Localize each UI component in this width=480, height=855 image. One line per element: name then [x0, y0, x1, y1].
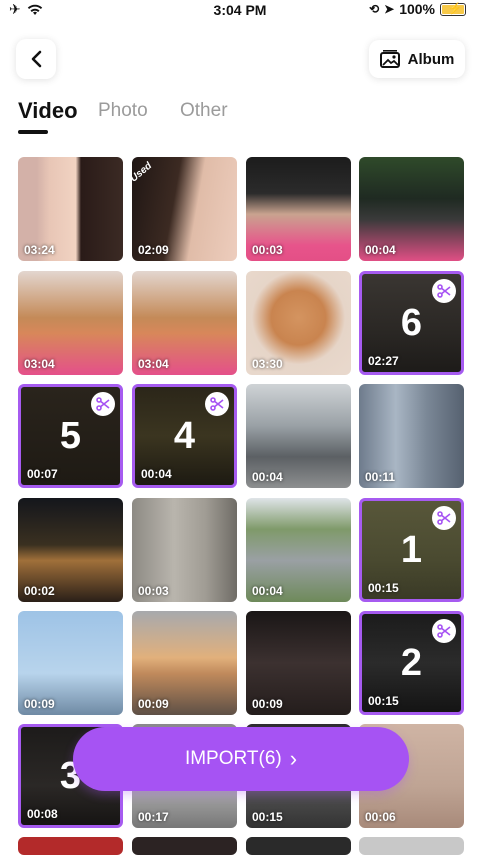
video-thumbnail[interactable]	[132, 837, 237, 855]
selection-order: 5	[59, 415, 82, 457]
tab-underline	[18, 130, 48, 134]
video-thumbnail[interactable]: Used 02:09	[132, 157, 237, 261]
video-thumbnail[interactable]: 03:30	[246, 271, 351, 375]
selection-order: 2	[400, 642, 423, 684]
scissors-icon[interactable]	[432, 619, 456, 643]
selected-video-thumbnail[interactable]: 5 00:07	[18, 384, 123, 488]
duration-label: 02:27	[368, 354, 399, 368]
video-thumbnail[interactable]: 00:03	[132, 498, 237, 602]
tab-other[interactable]: Other	[180, 100, 228, 122]
video-thumbnail[interactable]: 00:02	[18, 498, 123, 602]
video-thumbnail[interactable]: 00:09	[246, 611, 351, 715]
video-thumbnail[interactable]: 03:04	[132, 271, 237, 375]
album-label: Album	[407, 50, 455, 68]
scissors-icon[interactable]	[91, 392, 115, 416]
video-thumbnail[interactable]	[359, 837, 464, 855]
album-button[interactable]: Album	[369, 40, 465, 78]
location-icon: ➤	[384, 2, 395, 16]
scissors-icon[interactable]	[432, 506, 456, 530]
duration-label: 00:09	[252, 697, 283, 711]
duration-label: 00:15	[252, 810, 283, 824]
duration-label: 02:09	[138, 243, 169, 257]
video-thumbnail[interactable]: 00:11	[359, 384, 464, 488]
status-bar: ✈ 3:04 PM ⟲ ➤ 100% ⚡	[0, 0, 480, 22]
duration-label: 00:08	[27, 807, 58, 821]
video-thumbnail[interactable]: 00:09	[132, 611, 237, 715]
selection-order: 6	[400, 302, 423, 344]
duration-label: 00:04	[141, 467, 172, 481]
duration-label: 00:17	[138, 810, 169, 824]
back-button[interactable]	[16, 39, 56, 79]
video-thumbnail[interactable]	[18, 837, 123, 855]
duration-label: 00:04	[252, 584, 283, 598]
battery-icon: ⚡	[440, 2, 466, 16]
video-thumbnail[interactable]: 00:04	[246, 384, 351, 488]
scissors-icon[interactable]	[205, 392, 229, 416]
battery-percent: 100%	[399, 1, 435, 17]
selection-order: 4	[173, 415, 196, 457]
duration-label: 00:09	[24, 697, 55, 711]
selected-video-thumbnail[interactable]: 6 02:27	[359, 271, 464, 375]
duration-label: 03:04	[24, 357, 55, 371]
used-badge: Used	[132, 160, 155, 185]
duration-label: 00:02	[24, 584, 55, 598]
video-thumbnail[interactable]: 00:09	[18, 611, 123, 715]
video-thumbnail[interactable]: 00:04	[246, 498, 351, 602]
duration-label: 03:24	[24, 243, 55, 257]
video-thumbnail[interactable]: 03:04	[18, 271, 123, 375]
duration-label: 00:03	[252, 243, 283, 257]
selected-video-thumbnail[interactable]: 2 00:15	[359, 611, 464, 715]
selected-video-thumbnail[interactable]: 4 00:04	[132, 384, 237, 488]
duration-label: 00:07	[27, 467, 58, 481]
duration-label: 00:15	[368, 581, 399, 595]
chevron-right-icon: ›	[289, 746, 298, 771]
duration-label: 00:03	[138, 584, 169, 598]
selection-order: 1	[400, 529, 423, 571]
video-thumbnail[interactable]: 00:04	[359, 157, 464, 261]
tab-photo[interactable]: Photo	[98, 100, 148, 122]
duration-label: 00:06	[365, 810, 396, 824]
duration-label: 03:04	[138, 357, 169, 371]
duration-label: 03:30	[252, 357, 283, 371]
import-button[interactable]: IMPORT(6) ›	[73, 727, 409, 791]
duration-label: 00:09	[138, 697, 169, 711]
duration-label: 00:11	[365, 470, 396, 484]
video-thumbnail[interactable]: 00:03	[246, 157, 351, 261]
scissors-icon[interactable]	[432, 279, 456, 303]
video-thumbnail[interactable]: 03:24	[18, 157, 123, 261]
rotation-lock-icon: ⟲	[369, 2, 380, 16]
duration-label: 00:04	[365, 243, 396, 257]
video-thumbnail[interactable]	[246, 837, 351, 855]
tab-video[interactable]: Video	[18, 98, 78, 124]
import-label: IMPORT(6)	[184, 748, 282, 769]
duration-label: 00:04	[252, 470, 283, 484]
chevron-left-icon	[31, 50, 42, 68]
selected-video-thumbnail[interactable]: 1 00:15	[359, 498, 464, 602]
duration-label: 00:15	[368, 694, 399, 708]
album-icon	[379, 50, 400, 68]
